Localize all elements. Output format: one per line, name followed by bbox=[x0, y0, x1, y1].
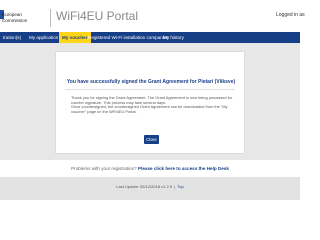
main-nav: tration(s) My application My voucher Reg… bbox=[0, 32, 300, 43]
logo-line-2: Commission bbox=[2, 18, 28, 23]
nav-item-my-application[interactable]: My application bbox=[26, 32, 61, 43]
dialog-message: Thank you for signing the Grant Agreemen… bbox=[71, 95, 236, 114]
main-content: You have successfully signed the Grant A… bbox=[0, 43, 300, 160]
nav-item-registrations[interactable]: tration(s) bbox=[0, 32, 24, 43]
footer-text: Last Update: 05/12/2018 v1.2.9 | Top bbox=[0, 184, 300, 189]
title-divider bbox=[50, 9, 51, 27]
help-desk-link[interactable]: Please click here to access the Help Des… bbox=[138, 166, 229, 171]
header: European Commission WiFi4EU Portal Logge… bbox=[0, 0, 305, 32]
nav-item-installation-companies[interactable]: Registered Wi-Fi installation companies bbox=[85, 32, 172, 43]
european-commission-logo[interactable]: European Commission bbox=[0, 6, 52, 28]
nav-item-my-history[interactable]: My history bbox=[160, 32, 187, 43]
help-bar: Problems with your registration? Please … bbox=[0, 160, 300, 177]
top-link[interactable]: Top bbox=[177, 184, 183, 189]
dialog-title: You have successfully signed the Grant A… bbox=[66, 79, 236, 85]
footer: Last Update: 05/12/2018 v1.2.9 | Top bbox=[0, 177, 300, 200]
logged-in-label[interactable]: Logged in as bbox=[276, 12, 305, 18]
confirmation-dialog: You have successfully signed the Grant A… bbox=[55, 51, 245, 154]
last-update-text: Last Update: 05/12/2018 v1.2.9 bbox=[116, 184, 173, 189]
dialog-paragraph-2: Once countersigned, the countersigned Gr… bbox=[71, 104, 228, 114]
footer-separator: | bbox=[174, 184, 176, 189]
close-button[interactable]: Close bbox=[144, 135, 159, 144]
portal-title: WiFi4EU Portal bbox=[56, 9, 139, 23]
help-text: Problems with your registration? bbox=[71, 166, 138, 171]
dialog-divider bbox=[65, 89, 235, 90]
logo-line-1: European bbox=[2, 12, 22, 17]
